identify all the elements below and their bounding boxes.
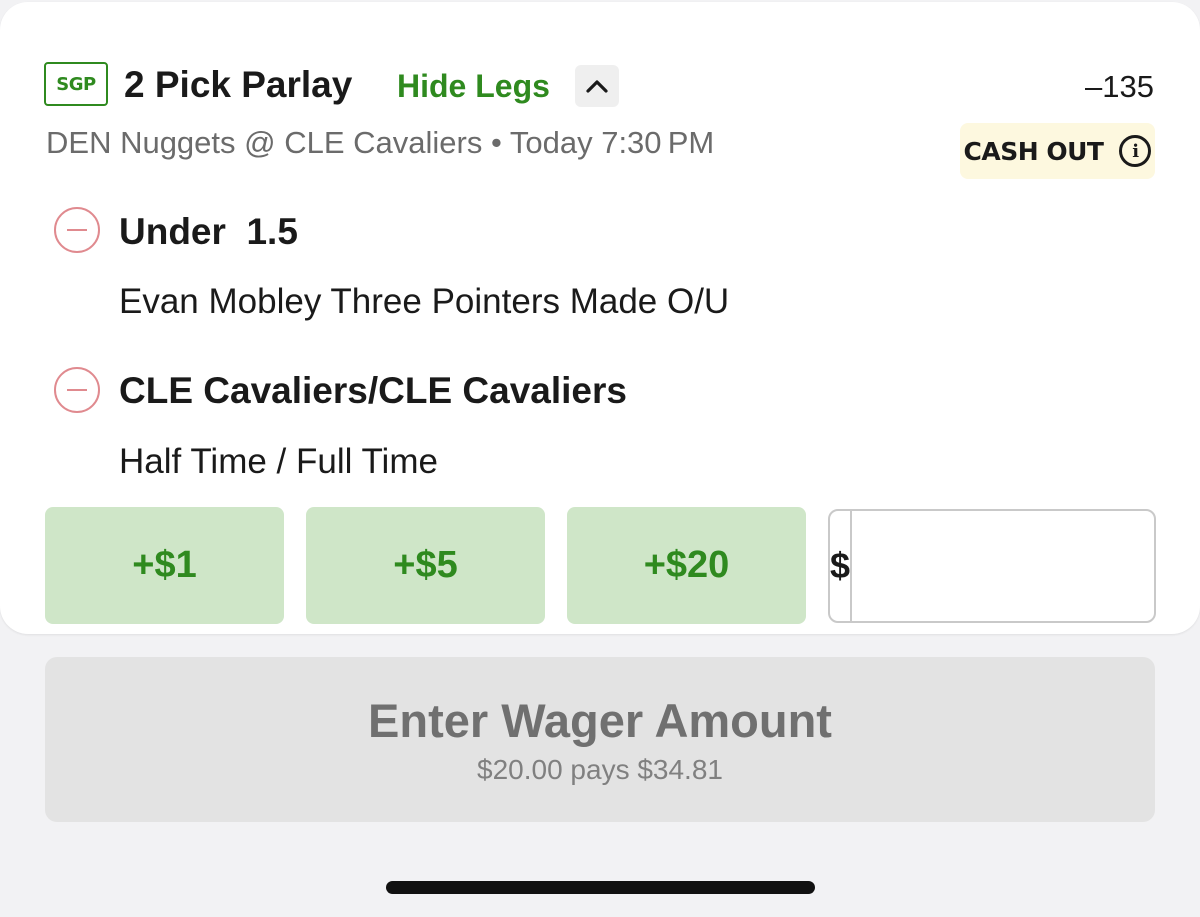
cash-out-button[interactable]: CASH OUT i — [960, 123, 1155, 179]
parlay-title: 2 Pick Parlay — [124, 64, 353, 105]
wager-amount-input[interactable] — [852, 511, 1154, 621]
remove-leg-icon[interactable] — [54, 367, 100, 413]
enter-wager-button[interactable]: Enter Wager Amount $20.00 pays $34.81 — [45, 657, 1155, 822]
collapse-legs-button[interactable] — [575, 65, 619, 107]
quick-add-1-button[interactable]: +$1 — [45, 507, 284, 624]
enter-wager-label: Enter Wager Amount — [368, 694, 832, 747]
wager-amount-field[interactable]: $ — [828, 509, 1156, 623]
leg-selection: Under 1.5 — [119, 211, 298, 252]
remove-leg-icon[interactable] — [54, 207, 100, 253]
currency-symbol: $ — [830, 511, 853, 621]
cash-out-label: CASH OUT — [963, 136, 1104, 166]
quick-add-5-button[interactable]: +$5 — [306, 507, 545, 624]
payout-text: $20.00 pays $34.81 — [477, 754, 723, 785]
info-icon[interactable]: i — [1119, 135, 1152, 167]
leg-market: Half Time / Full Time — [119, 442, 438, 481]
parlay-odds: –135 — [1085, 69, 1154, 104]
bet-slip-card: SGP 2 Pick Parlay Hide Legs –135 DEN Nug… — [0, 2, 1200, 634]
chevron-up-icon — [586, 80, 608, 93]
leg-selection: CLE Cavaliers/CLE Cavaliers — [119, 370, 627, 411]
game-matchup: DEN Nuggets @ CLE Cavaliers • Today 7:30… — [46, 125, 715, 160]
home-indicator[interactable] — [386, 881, 815, 894]
leg-market: Evan Mobley Three Pointers Made O/U — [119, 282, 730, 321]
quick-add-20-button[interactable]: +$20 — [567, 507, 806, 624]
sgp-badge: SGP — [44, 62, 108, 106]
hide-legs-link[interactable]: Hide Legs — [397, 68, 550, 105]
